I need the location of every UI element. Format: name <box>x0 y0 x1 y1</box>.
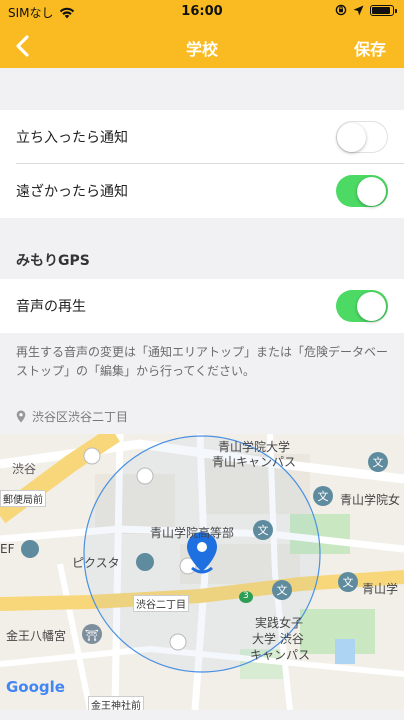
notify-enter-toggle[interactable] <box>336 121 388 153</box>
battery-icon <box>370 4 397 16</box>
map-label: キャンパス <box>250 648 311 662</box>
map-label: 郵便局前 <box>0 490 46 507</box>
map-label: 渋谷 <box>12 462 37 476</box>
save-button[interactable]: 保存 <box>354 36 386 60</box>
address-line: 渋谷区渋谷二丁目 <box>16 408 128 425</box>
map-label: 青山学院女 <box>340 493 401 507</box>
nav-bar: 学校 保存 <box>0 24 404 68</box>
map-label: 渋谷二丁目 <box>133 595 189 612</box>
voice-note: 再生する音声の変更は「通知エリアトップ」または「危険データベーストップ」の「編集… <box>16 345 389 378</box>
map-label: 青山学院高等部 <box>150 526 235 540</box>
location-pin-icon <box>16 410 26 423</box>
map-label: 実践女子 <box>255 616 304 630</box>
map-view[interactable]: 文文 文文 文 ⛩ 青山学院大学 青山キャンパス 渋谷 郵便局前 青山学院女 青… <box>0 434 404 710</box>
location-arrow-icon <box>353 5 364 15</box>
voice-playback-row: 音声の再生 <box>0 279 404 333</box>
notify-enter-label: 立ち入ったら通知 <box>16 130 128 146</box>
status-right <box>335 4 397 16</box>
google-logo: Google <box>6 678 65 696</box>
address-text: 渋谷区渋谷二丁目 <box>32 410 129 424</box>
status-bar: SIMなし 16:00 <box>0 0 404 24</box>
map-label: 青山学 <box>362 582 399 596</box>
map-label: 大学 渋谷 <box>252 632 304 646</box>
page-title: 学校 <box>185 40 218 59</box>
notify-leave-toggle[interactable] <box>336 175 388 207</box>
notify-leave-label: 遠ざかったら通知 <box>16 184 128 200</box>
gps-section-heading: みもりGPS <box>16 253 90 269</box>
voice-playback-toggle[interactable] <box>336 290 388 322</box>
map-label: ピクスタ <box>72 556 120 570</box>
map-label: EF <box>0 542 15 556</box>
map-label: 青山キャンパス <box>212 455 297 469</box>
orientation-lock-icon <box>335 4 347 16</box>
notify-enter-row: 立ち入ったら通知 <box>0 110 404 164</box>
bottom-strip <box>0 710 404 720</box>
map-label: 金王神社前 <box>88 696 144 710</box>
map-label: 金王八幡宮 <box>6 629 67 643</box>
notify-leave-row: 遠ざかったら通知 <box>0 164 404 218</box>
voice-playback-label: 音声の再生 <box>16 299 86 315</box>
map-label: 3 <box>243 591 249 601</box>
